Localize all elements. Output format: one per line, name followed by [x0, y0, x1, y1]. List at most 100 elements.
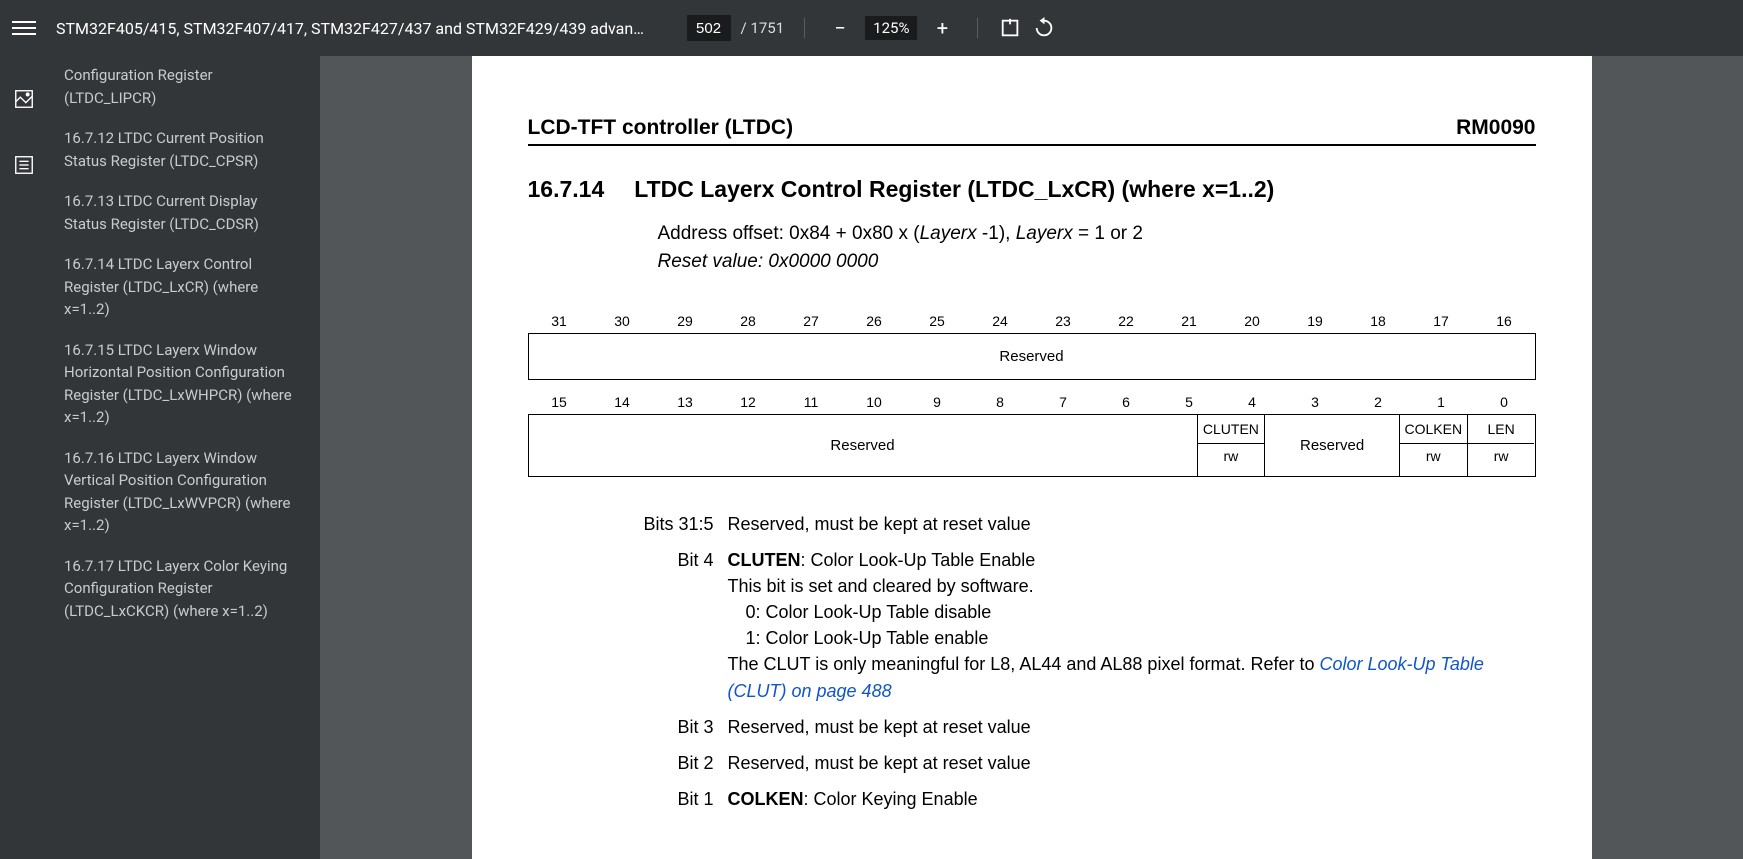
bit-number: 2 [1347, 390, 1410, 414]
outline-item[interactable]: Configuration Register (LTDC_LIPCR) [64, 56, 304, 119]
toolbar: STM32F405/415, STM32F407/417, STM32F427/… [0, 0, 1743, 56]
section-title: LTDC Layerx Control Register (LTDC_LxCR)… [634, 176, 1274, 203]
outline-icon[interactable] [13, 154, 35, 176]
bit-number: 24 [969, 309, 1032, 333]
bit-number: 15 [528, 390, 591, 414]
bit-number: 13 [654, 390, 717, 414]
bit-number: 12 [717, 390, 780, 414]
page-header-right: RM0090 [1456, 116, 1535, 140]
bit-number: 17 [1410, 309, 1473, 333]
bit-number: 4 [1221, 390, 1284, 414]
bit-number: 19 [1284, 309, 1347, 333]
page-header-left: LCD-TFT controller (LTDC) [528, 116, 794, 140]
bit-number: 27 [780, 309, 843, 333]
bit-number: 22 [1095, 309, 1158, 333]
field-name: COLKEN [1400, 415, 1467, 444]
bit-number: 18 [1347, 309, 1410, 333]
bit-label: Bit 2 [528, 750, 728, 776]
field-name: COLKEN [728, 789, 804, 809]
rotate-icon[interactable] [1032, 16, 1056, 40]
bit-label: Bit 4 [528, 547, 728, 704]
reserved-cell: Reserved [1265, 415, 1400, 476]
document-title: STM32F405/415, STM32F407/417, STM32F427/… [56, 19, 644, 38]
bit-desc-row: Bit 2 Reserved, must be kept at reset va… [528, 750, 1536, 776]
field-access: rw [1198, 444, 1265, 468]
bit-content: Reserved, must be kept at reset value [728, 750, 1536, 776]
divider [804, 18, 805, 38]
bit-label: Bit 3 [528, 714, 728, 740]
section-heading: 16.7.14 LTDC Layerx Control Register (LT… [528, 176, 1536, 203]
bit-desc-row: Bit 4 CLUTEN: Color Look-Up Table Enable… [528, 547, 1536, 704]
outline-item[interactable]: 16.7.14 LTDC Layerx Control Register (LT… [64, 245, 304, 331]
outline-item[interactable]: 16.7.17 LTDC Layerx Color Keying Configu… [64, 547, 304, 633]
outline-item[interactable]: 16.7.16 LTDC Layerx Window Vertical Posi… [64, 439, 304, 547]
field-name: LEN [1468, 415, 1535, 444]
len-cell: LEN rw [1468, 415, 1535, 476]
bit-content: Reserved, must be kept at reset value [728, 511, 1536, 537]
page-area[interactable]: LCD-TFT controller (LTDC) RM0090 16.7.14… [320, 56, 1743, 859]
page-header: LCD-TFT controller (LTDC) RM0090 [528, 116, 1536, 146]
zoom-level: 125% [865, 16, 917, 40]
thumbnails-icon[interactable] [13, 88, 35, 110]
bit-content: COLKEN: Color Keying Enable [728, 786, 1536, 812]
colken-cell: COLKEN rw [1400, 415, 1468, 476]
bit-number: 31 [528, 309, 591, 333]
menu-icon[interactable] [12, 16, 36, 40]
divider [977, 18, 978, 38]
bit-desc-row: Bits 31:5 Reserved, must be kept at rese… [528, 511, 1536, 537]
bit-number: 8 [969, 390, 1032, 414]
toolbar-center: / 1751 − 125% + [687, 13, 1057, 43]
bit-number: 3 [1284, 390, 1347, 414]
bit-number: 7 [1032, 390, 1095, 414]
bit-number: 28 [717, 309, 780, 333]
outline-panel[interactable]: Configuration Register (LTDC_LIPCR) 16.7… [48, 56, 320, 859]
bit-desc-row: Bit 1 COLKEN: Color Keying Enable [528, 786, 1536, 812]
bit-number: 20 [1221, 309, 1284, 333]
text-italic: Layerx [1016, 223, 1073, 244]
page-number-input[interactable] [687, 15, 731, 41]
pdf-page: LCD-TFT controller (LTDC) RM0090 16.7.14… [472, 56, 1592, 859]
bit-number: 16 [1473, 309, 1536, 333]
text: = 1 or 2 [1073, 223, 1143, 244]
text: 0: Color Look-Up Table disable [746, 602, 992, 622]
bit-number: 29 [654, 309, 717, 333]
register-row-high: Reserved [528, 333, 1536, 380]
bit-number: 14 [591, 390, 654, 414]
reset-value: Reset value: 0x0000 0000 [658, 251, 1536, 273]
bit-content: Reserved, must be kept at reset value [728, 714, 1536, 740]
bit-number: 11 [780, 390, 843, 414]
bit-content: CLUTEN: Color Look-Up Table Enable This … [728, 547, 1536, 704]
reserved-cell: Reserved [529, 334, 1535, 379]
text-italic: Layerx [920, 223, 982, 244]
outline-item[interactable]: 16.7.15 LTDC Layerx Window Horizontal Po… [64, 331, 304, 439]
bit-number: 23 [1032, 309, 1095, 333]
bit-descriptions: Bits 31:5 Reserved, must be kept at rese… [528, 511, 1536, 812]
zoom-out-button[interactable]: − [825, 13, 855, 43]
text: : Color Keying Enable [804, 789, 978, 809]
fit-page-icon[interactable] [998, 16, 1022, 40]
reserved-cell: Reserved [529, 415, 1198, 476]
outline-item[interactable]: 16.7.13 LTDC Current Display Status Regi… [64, 182, 304, 245]
text: The CLUT is only meaningful for L8, AL44… [728, 654, 1320, 674]
text: 1: Color Look-Up Table enable [746, 628, 989, 648]
bit-number: 0 [1473, 390, 1536, 414]
bit-number: 5 [1158, 390, 1221, 414]
text: -1), [982, 223, 1016, 244]
text: This bit is set and cleared by software. [728, 576, 1034, 596]
bit-number: 6 [1095, 390, 1158, 414]
bit-numbers-low: 1514131211109876543210 [528, 390, 1536, 414]
field-name: CLUTEN [728, 550, 801, 570]
section-number: 16.7.14 [528, 176, 605, 203]
bit-numbers-high: 31302928272625242322212019181716 [528, 309, 1536, 333]
bit-number: 21 [1158, 309, 1221, 333]
main: Configuration Register (LTDC_LIPCR) 16.7… [0, 56, 1743, 859]
zoom-in-button[interactable]: + [927, 13, 957, 43]
bit-desc-row: Bit 3 Reserved, must be kept at reset va… [528, 714, 1536, 740]
field-name: CLUTEN [1198, 415, 1265, 444]
bit-number: 1 [1410, 390, 1473, 414]
bit-number: 10 [843, 390, 906, 414]
bit-label: Bits 31:5 [528, 511, 728, 537]
outline-item[interactable]: 16.7.12 LTDC Current Position Status Reg… [64, 119, 304, 182]
bit-label: Bit 1 [528, 786, 728, 812]
text: : Color Look-Up Table Enable [801, 550, 1036, 570]
